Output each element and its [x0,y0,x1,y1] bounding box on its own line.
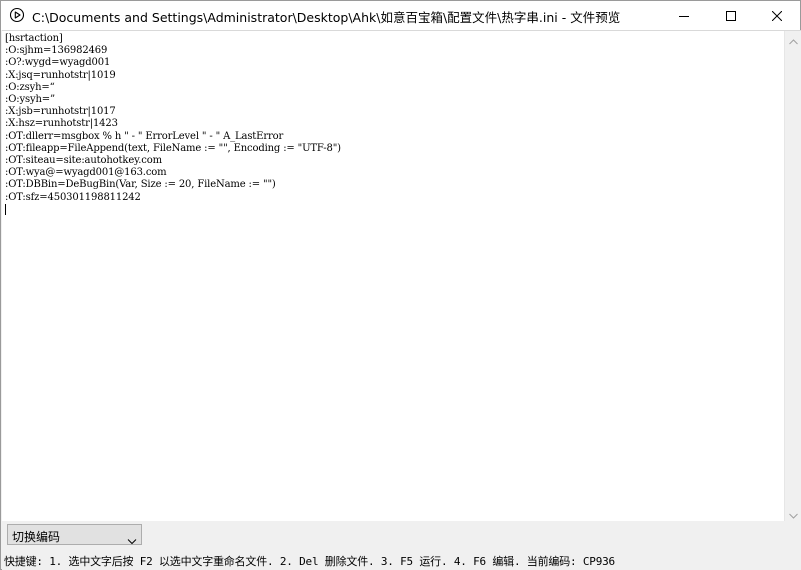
text-caret [5,203,781,218]
bottom-panel: 切换编码 快捷键: 1. 选中文字后按 F2 以选中文字重命名文件. 2. De… [2,521,801,570]
scroll-up-button[interactable] [785,31,801,48]
editor-line: :OT:siteau=site:autohotkey.com [5,155,162,167]
file-content-text[interactable]: [hsrtaction]:O:sjhm=136982469:O?:wygd=wy… [5,33,781,520]
play-circle-icon [9,7,25,23]
maximize-button[interactable] [708,1,754,30]
editor-line: :O:ysyh=” [5,94,55,106]
editor-line: :O:zsyh=“ [5,81,55,93]
editor-line: :OT:fileapp=FileAppend(text, FileName :=… [5,142,341,154]
encoding-select[interactable]: 切换编码 [7,524,142,545]
editor-line: :OT:wya@=wyagd001@163.com [5,167,167,179]
encoding-select-label: 切换编码 [12,530,61,544]
file-content-editor[interactable]: [hsrtaction]:O:sjhm=136982469:O?:wygd=wy… [2,30,801,522]
editor-line: :X:jsb=runhotstr|1017 [5,106,116,118]
scroll-down-button[interactable] [785,505,801,522]
editor-line: :X:jsq=runhotstr|1019 [5,69,116,81]
editor-line: :OT:dllerr=msgbox % h " - " ErrorLevel "… [5,130,284,142]
chevron-up-icon [789,30,798,49]
editor-line: :O?:wygd=wyagd001 [5,57,111,69]
minimize-icon [679,11,689,21]
window-title: C:\Documents and Settings\Administrator\… [32,10,621,25]
editor-line: :OT:sfz=450301198811242 [5,191,141,203]
file-preview-window: C:\Documents and Settings\Administrator\… [0,0,801,570]
close-button[interactable] [754,1,800,30]
close-icon [772,10,782,21]
minimize-button[interactable] [661,1,707,30]
chevron-down-icon [127,530,137,549]
status-bar-text: 快捷键: 1. 选中文字后按 F2 以选中文字重命名文件. 2. Del 删除文… [4,555,615,568]
editor-line: :X:hsz=runhotstr|1423 [5,118,118,130]
editor-line: [hsrtaction] [5,33,63,44]
editor-line: :O:sjhm=136982469 [5,45,108,57]
editor-line: :OT:DBBin=DeBugBin(Var, Size := 20, File… [5,179,276,191]
maximize-icon [726,10,736,21]
title-bar[interactable]: C:\Documents and Settings\Administrator\… [1,1,800,30]
vertical-scrollbar[interactable] [784,31,801,522]
